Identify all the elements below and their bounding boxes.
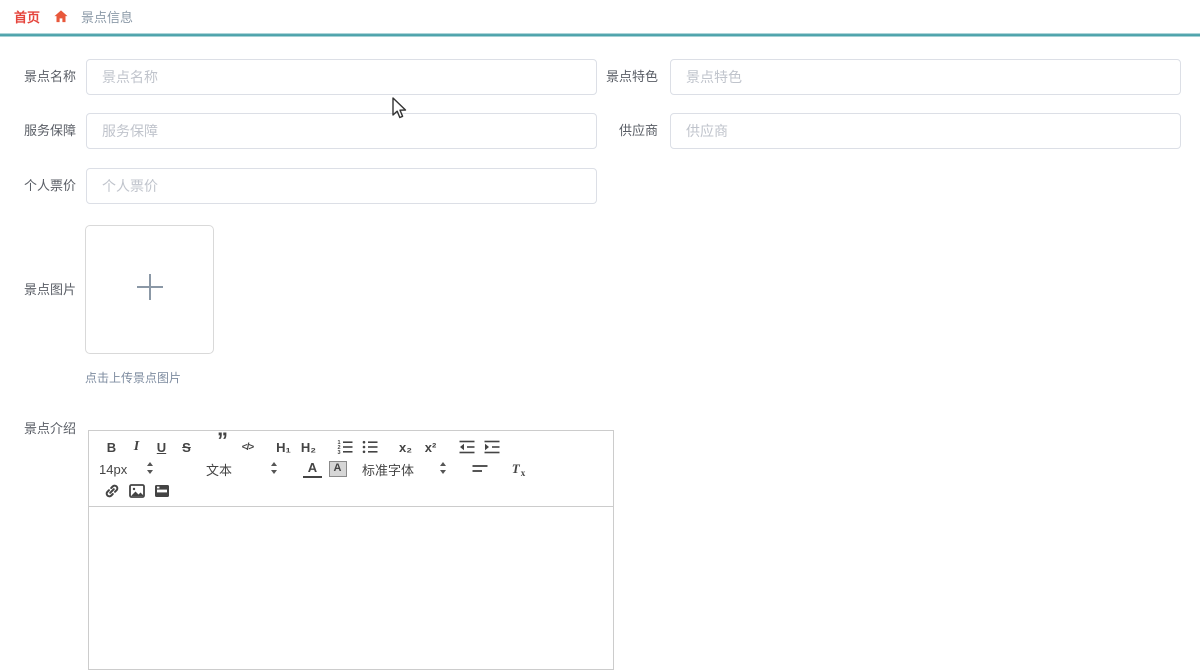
- scenic-name-label: 景点名称: [24, 69, 77, 84]
- bold-button[interactable]: B: [99, 436, 124, 458]
- font-size-picker[interactable]: 14px: [99, 461, 154, 478]
- scenic-feature-input[interactable]: [670, 59, 1181, 95]
- updown-arrow-icon: [270, 461, 278, 478]
- ordered-list-icon: 123: [336, 438, 354, 456]
- scenic-feature-label: 景点特色: [605, 69, 658, 84]
- insert-image-button[interactable]: [124, 480, 149, 502]
- toolbar-row-3: [99, 480, 613, 502]
- superscript-button[interactable]: x²: [418, 436, 443, 458]
- bullet-list-icon: [361, 438, 379, 456]
- scenic-name-input[interactable]: [86, 59, 597, 95]
- service-guarantee-label: 服务保障: [24, 123, 77, 138]
- font-family-value: 标准字体: [362, 462, 415, 478]
- editor-toolbar: B I U S ” </> H₁ H₂ 123 x₂ x² 14px 文本 A …: [89, 430, 613, 507]
- subscript-button[interactable]: x₂: [393, 436, 418, 458]
- image-upload-button[interactable]: [85, 225, 214, 354]
- bullet-list-button[interactable]: [357, 436, 382, 458]
- font-size-value: 14px: [99, 461, 128, 477]
- outdent-button[interactable]: [454, 436, 479, 458]
- breadcrumb-current: 景点信息: [81, 10, 134, 25]
- editor-content-area[interactable]: [89, 507, 613, 667]
- supplier-input[interactable]: [670, 113, 1181, 149]
- blockquote-button[interactable]: ”: [210, 430, 235, 452]
- accent-divider: [0, 33, 1200, 37]
- scenic-image-label: 景点图片: [24, 282, 77, 297]
- header-2-button[interactable]: H₂: [296, 436, 321, 458]
- scenic-intro-label: 景点介绍: [24, 421, 77, 436]
- code-block-button[interactable]: </>: [235, 436, 260, 458]
- text-color-icon: A: [302, 461, 323, 478]
- updown-arrow-icon: [146, 461, 154, 478]
- breadcrumb: 首页 景点信息: [0, 0, 1200, 33]
- underline-button[interactable]: U: [149, 436, 174, 458]
- align-button[interactable]: [467, 458, 492, 480]
- toolbar-row-1: B I U S ” </> H₁ H₂ 123 x₂ x²: [99, 430, 613, 458]
- clear-format-icon: Tx: [511, 460, 526, 478]
- outdent-icon: [458, 438, 476, 456]
- link-icon: [103, 482, 121, 500]
- home-icon: [54, 10, 68, 23]
- ordered-list-button[interactable]: 123: [332, 436, 357, 458]
- insert-link-button[interactable]: [99, 480, 124, 502]
- breadcrumb-home-link[interactable]: 首页: [14, 7, 40, 26]
- toolbar-row-2: 14px 文本 A A 标准字体 Tx: [99, 458, 613, 480]
- paragraph-style-value: 文本: [206, 462, 233, 478]
- indent-button[interactable]: [479, 436, 504, 458]
- italic-button[interactable]: I: [124, 436, 149, 458]
- image-icon: [128, 482, 146, 500]
- rich-text-editor: B I U S ” </> H₁ H₂ 123 x₂ x² 14px 文本 A …: [88, 430, 614, 670]
- video-icon: [153, 482, 171, 500]
- upload-hint-text: 点击上传景点图片: [85, 371, 182, 385]
- background-color-icon: A: [328, 461, 347, 477]
- supplier-label: 供应商: [618, 123, 658, 138]
- plus-icon: [135, 272, 165, 307]
- paragraph-style-picker[interactable]: 文本: [206, 460, 278, 479]
- updown-arrow-icon: [439, 461, 447, 478]
- indent-icon: [483, 438, 501, 456]
- service-guarantee-input[interactable]: [86, 113, 597, 149]
- text-color-button[interactable]: A: [300, 458, 325, 480]
- insert-video-button[interactable]: [149, 480, 174, 502]
- ticket-price-label: 个人票价: [24, 178, 77, 193]
- strikethrough-button[interactable]: S: [174, 436, 199, 458]
- background-color-button[interactable]: A: [325, 458, 350, 480]
- ticket-price-input[interactable]: [86, 168, 597, 204]
- svg-text:3: 3: [337, 450, 340, 456]
- align-left-icon: [471, 460, 489, 478]
- header-1-button[interactable]: H₁: [271, 436, 296, 458]
- font-family-picker[interactable]: 标准字体: [362, 460, 447, 479]
- clear-format-button[interactable]: Tx: [506, 458, 531, 480]
